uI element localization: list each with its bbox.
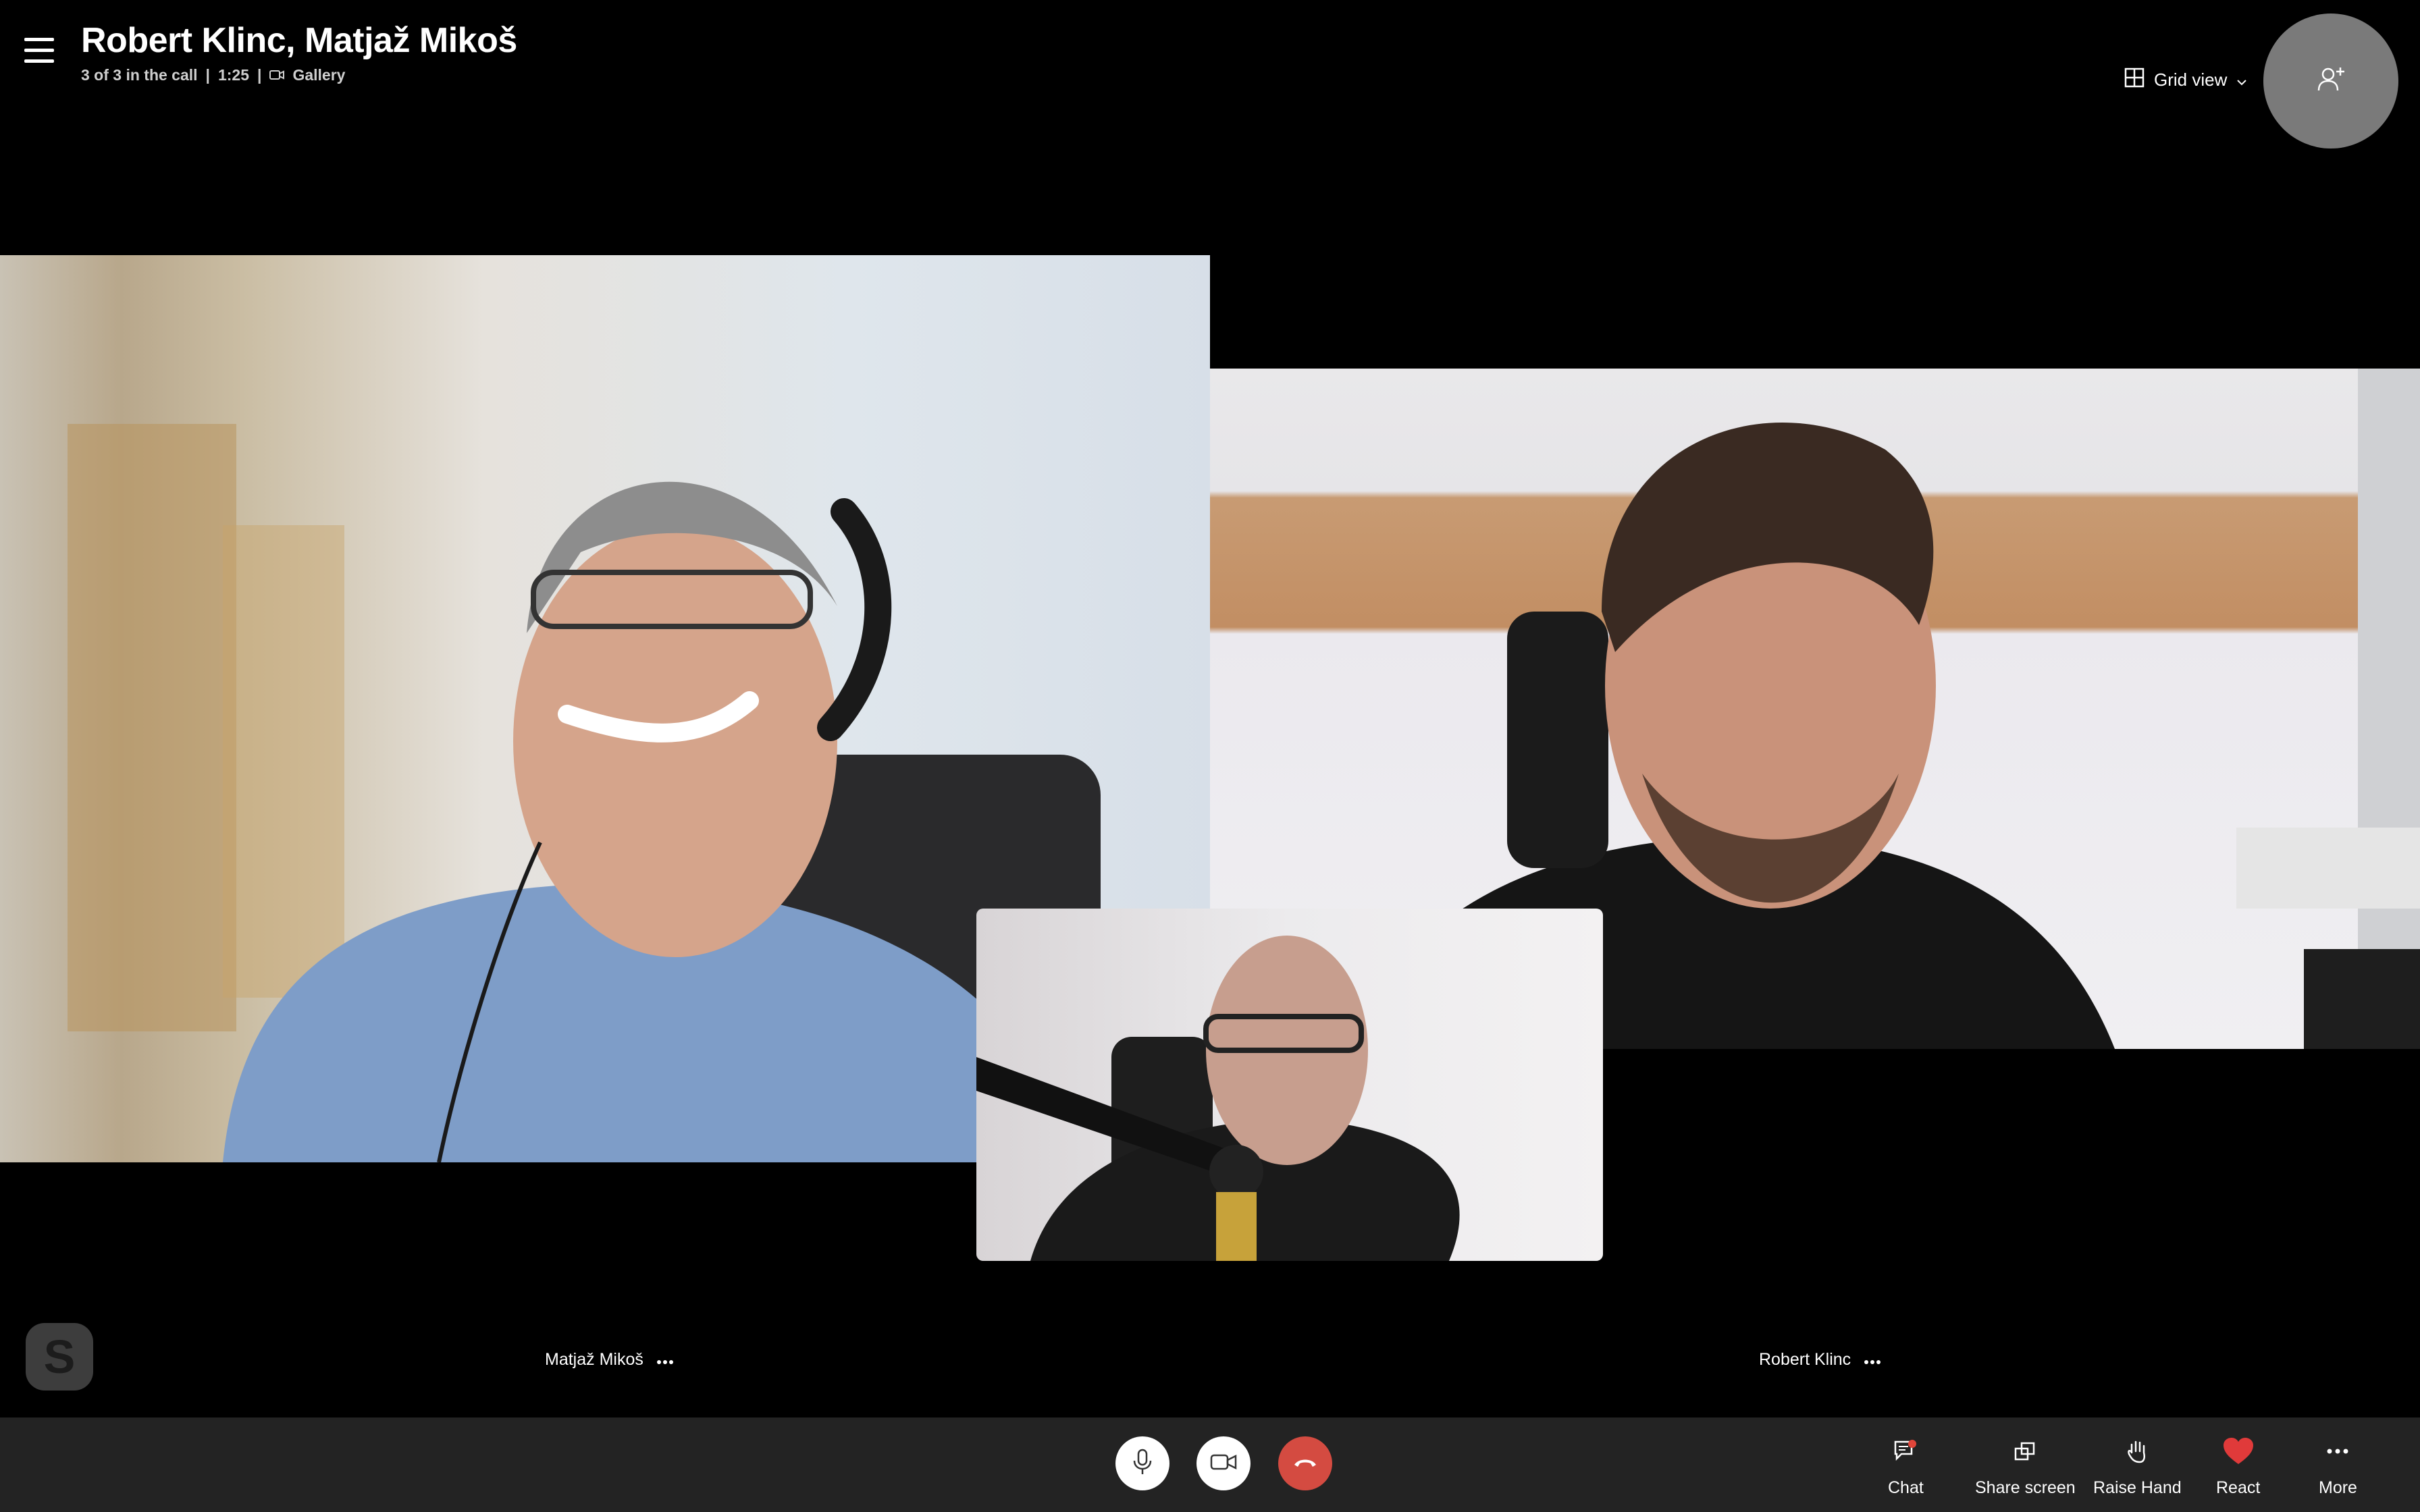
participant-name-robert: Robert Klinc [1759,1350,1881,1370]
react-button[interactable]: React [2216,1431,2260,1498]
share-screen-button[interactable]: Share screen [1975,1431,2076,1498]
share-screen-label: Share screen [1975,1478,2076,1497]
self-video [976,936,1460,1261]
call-title: Robert Klinc, Matjaž Mikoš [81,21,517,60]
end-call-button[interactable] [1278,1436,1332,1490]
grid-view-button[interactable]: Grid view [2124,68,2247,92]
mute-button[interactable] [1115,1436,1169,1490]
react-label: React [2216,1478,2261,1497]
raise-hand-label: Raise Hand [2093,1478,2182,1497]
separator: | [205,66,210,84]
participant-count: 3 of 3 in the call [81,66,198,84]
chevron-down-icon [2236,70,2247,90]
more-button[interactable]: More [2319,1431,2357,1498]
camera-icon [269,66,285,84]
chat-label: Chat [1888,1478,1924,1497]
call-subtitle: 3 of 3 in the call | 1:25 | Gallery [81,66,345,84]
video-icon [1210,1453,1237,1475]
video-button[interactable] [1196,1436,1251,1490]
separator: | [257,66,262,84]
more-label: More [2319,1478,2357,1497]
participant-name-matjaz: Matjaž Mikoš [545,1350,673,1370]
raise-hand-button[interactable]: Raise Hand [2093,1431,2182,1498]
share-screen-icon [2014,1431,2036,1472]
end-call-icon [1292,1455,1319,1472]
participant-label: Matjaž Mikoš [545,1350,643,1369]
menu-icon[interactable] [24,38,54,68]
microphone-icon [1132,1449,1153,1479]
chat-button[interactable]: Chat [1888,1431,1924,1498]
more-icon[interactable] [1864,1350,1881,1370]
add-people-button[interactable] [2263,14,2398,148]
gallery-label: Gallery [292,66,346,84]
more-icon[interactable] [656,1350,673,1370]
participant-label: Robert Klinc [1759,1350,1851,1369]
grid-icon [2124,68,2145,92]
raise-hand-icon [2126,1431,2148,1472]
grid-view-label: Grid view [2154,70,2228,90]
heart-icon [2222,1431,2255,1472]
call-duration: 1:25 [217,66,250,84]
self-view-tile[interactable] [976,909,1603,1261]
chat-icon [1893,1431,1918,1472]
more-icon [2327,1431,2348,1472]
skype-logo: S [26,1323,93,1390]
add-person-icon [2316,65,2346,98]
